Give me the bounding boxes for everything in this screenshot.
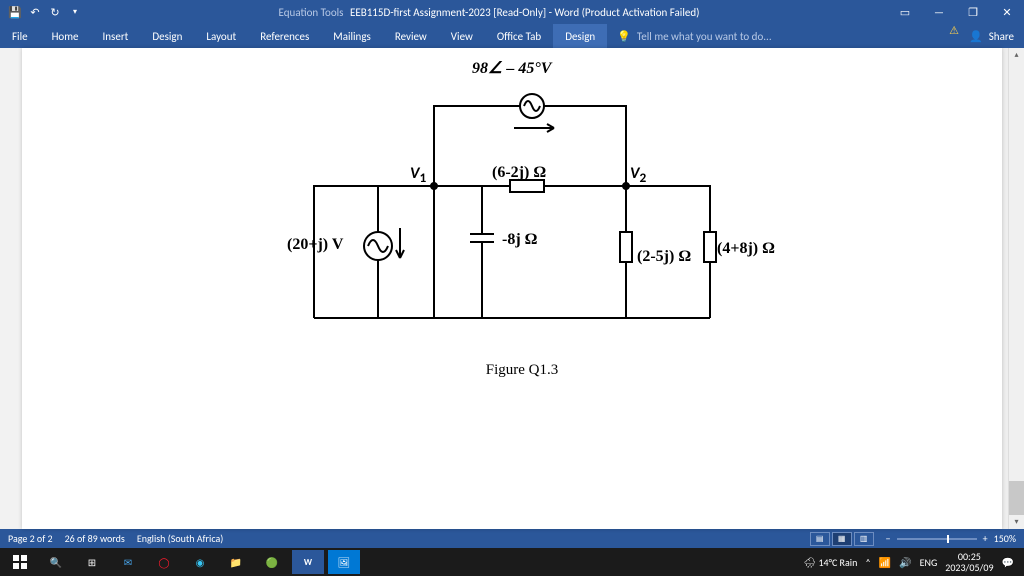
share-button[interactable]: 👤 Share <box>959 24 1024 48</box>
file-explorer-icon[interactable]: 📁 <box>220 550 252 574</box>
label-v2: V2 <box>630 164 646 186</box>
tab-design[interactable]: Design <box>140 24 194 48</box>
vertical-scrollbar[interactable]: ▴ ▾ <box>1008 48 1024 529</box>
tab-home[interactable]: Home <box>40 24 91 48</box>
label-z-right: (4+8j) Ω <box>717 240 775 258</box>
tray-language[interactable]: ENG <box>920 556 938 569</box>
qat-customize-icon[interactable]: ▾ <box>68 5 82 19</box>
photos-icon[interactable]: 🖼 <box>328 550 360 574</box>
opera-icon[interactable]: ◯ <box>148 550 180 574</box>
tell-me-box[interactable]: 💡 Tell me what you want to do... <box>607 24 949 48</box>
warning-icon: ⚠ <box>949 24 959 48</box>
maximize-button[interactable]: ❐ <box>956 0 990 24</box>
zoom-level[interactable]: 150% <box>994 532 1016 545</box>
status-page[interactable]: Page 2 of 2 <box>8 532 53 545</box>
save-icon[interactable]: 💾 <box>8 5 22 19</box>
title-bar: 💾 ↶ ↻ ▾ Equation Tools EEB115D-first Ass… <box>0 0 1024 24</box>
window-controls: ▭ — ❐ ✕ <box>888 0 1024 24</box>
zoom-in-icon[interactable]: + <box>983 532 988 545</box>
label-v1: V1 <box>410 164 426 186</box>
web-layout-icon[interactable]: ▥ <box>854 532 874 546</box>
figure-caption: Figure Q1.3 <box>242 362 802 379</box>
document-page[interactable]: 98∠ – 45°V V1 V2 (6-2j) Ω (20+j) V -8j Ω… <box>22 48 1002 529</box>
search-icon[interactable]: 🔍 <box>40 550 72 574</box>
share-icon: 👤 <box>969 30 983 43</box>
label-src-left: (20+j) V <box>287 236 343 254</box>
tab-review[interactable]: Review <box>383 24 439 48</box>
close-button[interactable]: ✕ <box>990 0 1024 24</box>
label-z-top: (6-2j) Ω <box>492 164 546 182</box>
ribbon-display-icon[interactable]: ▭ <box>888 0 922 24</box>
window-title: Equation Tools EEB115D-first Assignment-… <box>90 6 888 19</box>
tab-insert[interactable]: Insert <box>91 24 141 48</box>
windows-taskbar: 🔍 ⊞ ✉ ◯ ◉ 📁 🟢 W 🖼 🌧 14°C Rain ˄ 📶 🔊 ENG … <box>0 548 1024 576</box>
clock[interactable]: 00:25 2023/05/09 <box>945 551 993 573</box>
word-icon[interactable]: W <box>292 550 324 574</box>
status-words[interactable]: 26 of 89 words <box>65 532 125 545</box>
volume-icon[interactable]: 🔊 <box>899 556 911 569</box>
tab-file[interactable]: File <box>0 24 40 48</box>
tab-office[interactable]: Office Tab <box>485 24 553 48</box>
print-layout-icon[interactable]: ▦ <box>832 532 852 546</box>
tab-view[interactable]: View <box>439 24 485 48</box>
label-z-mid: (2-5j) Ω <box>637 248 691 266</box>
edge-icon[interactable]: ◉ <box>184 550 216 574</box>
quick-access-toolbar: 💾 ↶ ↻ ▾ <box>0 5 90 19</box>
ruler-margin <box>0 48 22 529</box>
lightbulb-icon: 💡 <box>617 30 631 43</box>
view-buttons: ▤ ▦ ▥ <box>810 532 874 546</box>
tab-context-design[interactable]: Design <box>553 24 607 48</box>
undo-icon[interactable]: ↶ <box>28 5 42 19</box>
scroll-up-icon[interactable]: ▴ <box>1009 48 1024 62</box>
system-tray: 🌧 14°C Rain ˄ 📶 🔊 ENG 00:25 2023/05/09 💬 <box>803 551 1020 573</box>
zoom-out-icon[interactable]: − <box>886 532 891 545</box>
zoom-control: − + 150% <box>886 532 1016 545</box>
redo-icon[interactable]: ↻ <box>48 5 62 19</box>
ribbon-tabs: File Home Insert Design Layout Reference… <box>0 24 1024 48</box>
document-area: 98∠ – 45°V V1 V2 (6-2j) Ω (20+j) V -8j Ω… <box>0 48 1024 529</box>
tab-references[interactable]: References <box>248 24 321 48</box>
start-button[interactable] <box>4 550 36 574</box>
label-top-source: 98∠ – 45°V <box>472 58 551 78</box>
label-z-cap: -8j Ω <box>502 231 537 249</box>
tray-chevron-icon[interactable]: ˄ <box>865 556 870 569</box>
scroll-thumb[interactable] <box>1009 62 1024 96</box>
mail-icon[interactable]: ✉ <box>112 550 144 574</box>
tab-mailings[interactable]: Mailings <box>321 24 383 48</box>
read-mode-icon[interactable]: ▤ <box>810 532 830 546</box>
scroll-thumb-lower[interactable] <box>1009 481 1024 515</box>
status-language[interactable]: English (South Africa) <box>137 532 223 545</box>
chrome-icon[interactable]: 🟢 <box>256 550 288 574</box>
scroll-down-icon[interactable]: ▾ <box>1009 515 1024 529</box>
minimize-button[interactable]: — <box>922 0 956 24</box>
circuit-figure: 98∠ – 45°V V1 V2 (6-2j) Ω (20+j) V -8j Ω… <box>242 58 802 388</box>
weather-widget[interactable]: 🌧 14°C Rain <box>803 556 857 569</box>
tab-layout[interactable]: Layout <box>194 24 248 48</box>
wifi-icon[interactable]: 📶 <box>879 556 891 569</box>
status-bar: Page 2 of 2 26 of 89 words English (Sout… <box>0 529 1024 548</box>
task-view-icon[interactable]: ⊞ <box>76 550 108 574</box>
circuit-svg <box>242 58 802 388</box>
zoom-slider[interactable] <box>897 538 977 540</box>
notifications-icon[interactable]: 💬 <box>1002 556 1014 569</box>
